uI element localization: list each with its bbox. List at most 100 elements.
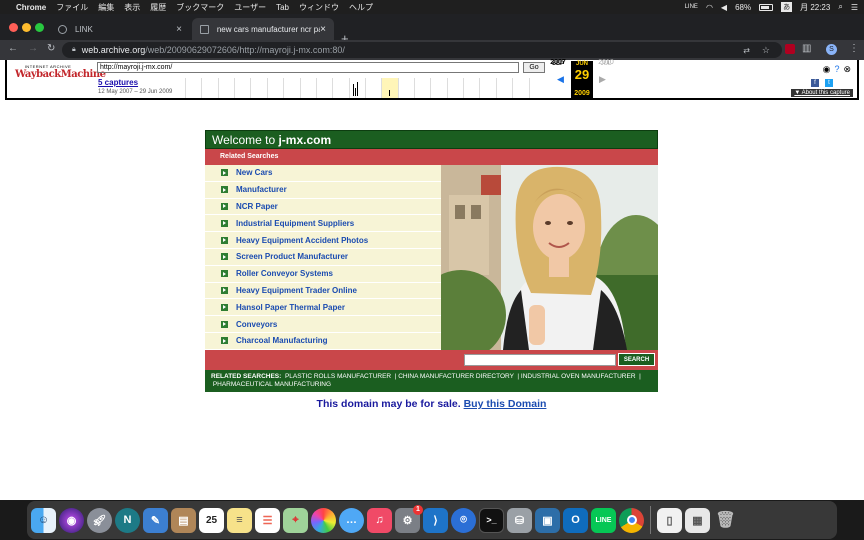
forward-icon[interactable]: → <box>28 43 38 54</box>
volume-icon[interactable]: ◀ <box>721 3 727 12</box>
photos-icon[interactable] <box>311 507 336 533</box>
footer-link[interactable]: PLASTIC ROLLS MANUFACTURER <box>285 373 391 380</box>
search-input[interactable] <box>464 354 616 366</box>
tab-close-icon[interactable]: × <box>176 24 182 35</box>
contacts-icon[interactable]: ▤ <box>171 507 196 533</box>
window-close-button[interactable] <box>9 23 18 32</box>
wayback-url-input[interactable]: http://mayroji.j-mx.com/ <box>97 62 519 73</box>
facebook-icon[interactable]: f <box>811 79 819 87</box>
reminders-icon[interactable]: ☰ <box>255 507 280 533</box>
related-link[interactable]: NCR Paper <box>236 202 278 211</box>
messages-icon[interactable]: … <box>339 507 364 533</box>
search-button[interactable]: SEARCH <box>618 353 655 366</box>
related-link[interactable]: Heavy Equipment Accident Photos <box>236 236 368 245</box>
menu-view[interactable]: 表示 <box>124 2 140 13</box>
address-bar[interactable]: 🔒︎ web.archive.org /web/20090629072606/h… <box>62 42 782 58</box>
related-link[interactable]: New Cars <box>236 168 272 177</box>
siri-icon[interactable]: ◉ <box>59 507 84 533</box>
outlook-icon[interactable]: O <box>563 507 588 533</box>
battery-percent[interactable]: 68% <box>735 3 751 12</box>
document-icon[interactable]: ▯ <box>657 507 682 533</box>
terminal-icon[interactable]: >_ <box>479 507 504 533</box>
launchpad-icon[interactable]: 🚀︎ <box>87 507 112 533</box>
bookmark-star-icon[interactable]: ☆ <box>762 45 770 56</box>
wifi-icon[interactable]: ◠ <box>706 3 713 12</box>
tab-active[interactable]: new cars manufacturer ncr pa × <box>192 18 334 40</box>
notes-icon[interactable]: ≡ <box>227 507 252 533</box>
line-status-icon[interactable]: LINE <box>685 4 698 10</box>
wayback-go-button[interactable]: Go <box>523 62 545 73</box>
spotlight-icon[interactable]: ⌕ <box>838 2 842 12</box>
related-link[interactable]: Industrial Equipment Suppliers <box>236 219 354 228</box>
about-capture-link[interactable]: ▼ About this capture <box>791 89 853 97</box>
screenshots-folder-icon[interactable]: ▦ <box>685 507 710 533</box>
maps-icon[interactable]: ⌖ <box>283 507 308 533</box>
preview-icon[interactable]: ✎ <box>143 507 168 533</box>
footer-link[interactable]: CHINA MANUFACTURER DIRECTORY <box>398 373 514 380</box>
user-icon[interactable]: ◉ <box>823 64 831 75</box>
footer-link[interactable]: INDUSTRIAL OVEN MANUFACTURER <box>521 373 636 380</box>
extension-trash-icon[interactable]: ▥ <box>802 43 811 54</box>
input-method-icon[interactable]: あ <box>781 2 793 12</box>
menu-app-chrome[interactable]: Chrome <box>16 3 46 12</box>
chrome-menu-icon[interactable]: ⋮ <box>849 43 859 54</box>
menu-help[interactable]: ヘルプ <box>349 2 373 13</box>
window-minimize-button[interactable] <box>22 23 31 32</box>
arrow-bullet-icon <box>221 236 228 244</box>
related-link[interactable]: Manufacturer <box>236 185 287 194</box>
prev-capture-icon[interactable]: ◀ <box>557 74 564 85</box>
system-preferences-icon[interactable]: ⚙ 1 <box>395 504 423 533</box>
back-icon[interactable]: ← <box>8 43 18 54</box>
buy-domain-link[interactable]: Buy this Domain <box>464 398 547 410</box>
month-next[interactable]: JUL ▶ 2010 <box>595 59 617 84</box>
virtualbox-icon[interactable]: ▣ <box>535 507 560 533</box>
footer-link[interactable]: PHARMACEUTICAL MANUFACTURING <box>213 381 331 388</box>
related-link[interactable]: Heavy Equipment Trader Online <box>236 286 357 295</box>
translate-icon[interactable]: ⇄ <box>743 46 750 55</box>
line-app-icon[interactable]: LINE <box>591 507 616 533</box>
capture-bar <box>389 90 391 96</box>
menu-history[interactable]: 履歴 <box>150 2 166 13</box>
trash-icon[interactable]: 🗑︎ <box>713 508 738 533</box>
menu-edit[interactable]: 編集 <box>98 2 114 13</box>
finder-icon[interactable]: ☺ <box>31 507 56 533</box>
twitter-icon[interactable]: t <box>825 79 833 87</box>
menu-tab[interactable]: Tab <box>276 3 289 12</box>
extension-red-icon[interactable] <box>785 44 795 54</box>
menu-user[interactable]: ユーザー <box>234 2 266 13</box>
wayback-logo[interactable]: INTERNET ARCHIVE WaybackMachine <box>15 64 106 80</box>
notification-center-icon[interactable]: ☰ <box>851 3 858 12</box>
related-link[interactable]: Conveyors <box>236 320 277 329</box>
menu-window[interactable]: ウィンドウ <box>299 2 339 13</box>
related-link[interactable]: Charcoal Manufacturing <box>236 336 328 345</box>
wayback-sparkline[interactable] <box>185 78 545 98</box>
calendar-icon[interactable]: 25 <box>199 507 224 533</box>
month-prev[interactable]: SEP ◀ 2007 <box>547 59 569 84</box>
netnewswire-icon[interactable]: N <box>115 507 140 533</box>
wayback-captures-link[interactable]: 5 captures <box>98 78 138 87</box>
window-zoom-button[interactable] <box>35 23 44 32</box>
menu-bookmarks[interactable]: ブックマーク <box>176 2 224 13</box>
related-link[interactable]: Screen Product Manufacturer <box>236 252 348 261</box>
related-link[interactable]: Roller Conveyor Systems <box>236 269 333 278</box>
menu-file[interactable]: ファイル <box>56 2 88 13</box>
related-link[interactable]: Hansol Paper Thermal Paper <box>236 303 345 312</box>
next-capture-icon[interactable]: ▶ <box>599 74 606 85</box>
sparkline-year <box>446 78 463 98</box>
chrome-icon[interactable] <box>619 507 644 533</box>
lock-icon[interactable]: 🔒︎ <box>72 46 76 54</box>
battery-icon[interactable] <box>759 3 774 11</box>
list-item: New Cars <box>205 165 441 182</box>
year-label[interactable]: 2007 <box>547 59 569 66</box>
music-icon[interactable]: ♫ <box>367 507 392 533</box>
profile-avatar[interactable]: S <box>826 44 837 55</box>
tab-link[interactable]: LINK × <box>50 18 190 40</box>
reload-icon[interactable]: ↻ <box>47 43 55 54</box>
help-icon[interactable]: ? <box>834 64 839 75</box>
clock[interactable]: 月 22:23 <box>800 2 830 13</box>
tunnel-icon[interactable]: ⌾ <box>451 507 476 533</box>
tab-close-icon[interactable]: × <box>320 24 326 35</box>
vscode-icon[interactable]: ⟩ <box>423 507 448 533</box>
close-icon[interactable]: ⊗ <box>843 64 851 75</box>
disk-utility-icon[interactable]: ⛁ <box>507 507 532 533</box>
